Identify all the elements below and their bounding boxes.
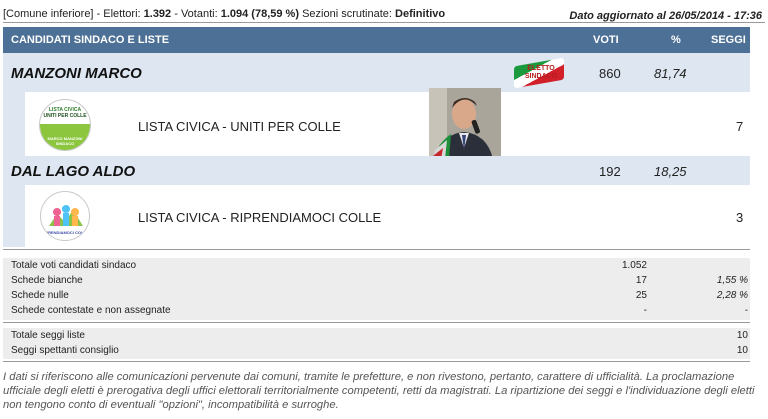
summary-text: [Comune inferiore] - Elettori: 1.392 - V… bbox=[3, 8, 446, 20]
totals-value: - bbox=[643, 305, 647, 316]
totals-percent: - bbox=[744, 305, 748, 316]
candidate-row-dal-lago[interactable]: DAL LAGO ALDO 192 18,25 bbox=[3, 156, 750, 185]
candidate-votes: 192 bbox=[599, 164, 621, 179]
totals-label: Schede bianche bbox=[11, 275, 83, 286]
list-seats: 3 bbox=[736, 210, 744, 225]
list-logo-icon: LISTA CIVICA UNITI PER COLLE MARCO MANZO… bbox=[39, 99, 91, 151]
vote-totals-table: Totale voti candidati sindaco 1.052 Sche… bbox=[3, 258, 750, 320]
list-name: LISTA CIVICA - UNITI PER COLLE bbox=[138, 119, 341, 134]
totals-row: Schede nulle 25 2,28 % bbox=[3, 289, 750, 303]
badge-line-1: ELETTO bbox=[527, 65, 555, 72]
disclaimer-note: I dati si riferiscono alle comunicazioni… bbox=[3, 371, 755, 411]
candidate-photo bbox=[429, 88, 501, 159]
logo-text-bottom: MARCO MANZONI SINDACO bbox=[47, 136, 83, 146]
logo-text-mid: UNITI PER COLLE bbox=[43, 113, 87, 119]
municipality-label: [Comune inferiore] bbox=[3, 8, 94, 20]
divider bbox=[3, 322, 750, 323]
totals-row: Schede bianche 17 1,55 % bbox=[3, 274, 750, 288]
totals-value: 25 bbox=[635, 290, 647, 301]
candidate-votes: 860 bbox=[599, 66, 621, 81]
badge-line-2: SINDACO bbox=[524, 73, 558, 80]
totals-value: 17 bbox=[635, 275, 647, 286]
seats-row: Seggi spettanti consiglio 10 bbox=[3, 344, 750, 358]
totals-value: 1.052 bbox=[621, 260, 647, 271]
voters-value: 1.392 bbox=[143, 8, 172, 20]
list-logo-icon: RIPRENDIAMOCI COLLE bbox=[40, 191, 90, 241]
last-updated: Dato aggiornato al 26/05/2014 - 17:36 bbox=[569, 10, 762, 22]
totals-label: Totale voti candidati sindaco bbox=[11, 260, 137, 271]
list-row-riprendiamoci-colle[interactable]: RIPRENDIAMOCI COLLE LISTA CIVICA - RIPRE… bbox=[3, 185, 750, 247]
candidate-percent: 18,25 bbox=[654, 164, 687, 179]
list-row-uniti-per-colle[interactable]: LISTA CIVICA UNITI PER COLLE MARCO MANZO… bbox=[3, 92, 750, 156]
logo-text-bottom: RIPRENDIAMOCI COLLE bbox=[41, 230, 89, 235]
column-candidates: CANDIDATI SINDACO E LISTE bbox=[11, 34, 170, 46]
candidate-name: DAL LAGO ALDO bbox=[11, 163, 136, 180]
candidate-row-manzoni[interactable]: MANZONI MARCO ELETTO SINDACO 860 81,74 bbox=[3, 53, 750, 92]
seats-label: Seggi spettanti consiglio bbox=[11, 345, 119, 356]
list-name: LISTA CIVICA - RIPRENDIAMOCI COLLE bbox=[138, 210, 382, 225]
totals-percent: 2,28 % bbox=[716, 290, 748, 301]
totals-label: Schede nulle bbox=[11, 290, 69, 301]
totals-row: Schede contestate e non assegnate - - bbox=[3, 304, 750, 318]
seats-table: Totale seggi liste 10 Seggi spettanti co… bbox=[3, 328, 750, 359]
divider bbox=[3, 249, 750, 250]
turnout-label: Votanti: bbox=[180, 8, 218, 20]
column-percent: % bbox=[671, 34, 681, 46]
elected-mayor-badge-icon: ELETTO SINDACO bbox=[514, 57, 564, 89]
sections-label: Sezioni scrutinate: bbox=[302, 8, 392, 20]
voters-label: Elettori: bbox=[103, 8, 141, 20]
column-votes: VOTI bbox=[593, 34, 619, 46]
totals-row: Totale voti candidati sindaco 1.052 bbox=[3, 259, 750, 273]
divider bbox=[3, 361, 750, 362]
column-seats: SEGGI bbox=[711, 34, 746, 46]
seats-row: Totale seggi liste 10 bbox=[3, 329, 750, 343]
turnout-value: 1.094 (78,59 %) bbox=[220, 8, 299, 20]
candidate-name: MANZONI MARCO bbox=[11, 65, 142, 82]
seats-value: 10 bbox=[736, 330, 748, 341]
list-seats: 7 bbox=[736, 119, 744, 134]
seats-label: Totale seggi liste bbox=[11, 330, 85, 341]
totals-percent: 1,55 % bbox=[716, 275, 748, 286]
totals-label: Schede contestate e non assegnate bbox=[11, 305, 171, 316]
sections-value: Definitivo bbox=[395, 8, 446, 20]
seats-value: 10 bbox=[736, 345, 748, 356]
results-table-header: CANDIDATI SINDACO E LISTE VOTI % SEGGI bbox=[3, 27, 750, 53]
candidate-percent: 81,74 bbox=[654, 66, 687, 81]
summary-bar: [Comune inferiore] - Elettori: 1.392 - V… bbox=[3, 8, 765, 23]
